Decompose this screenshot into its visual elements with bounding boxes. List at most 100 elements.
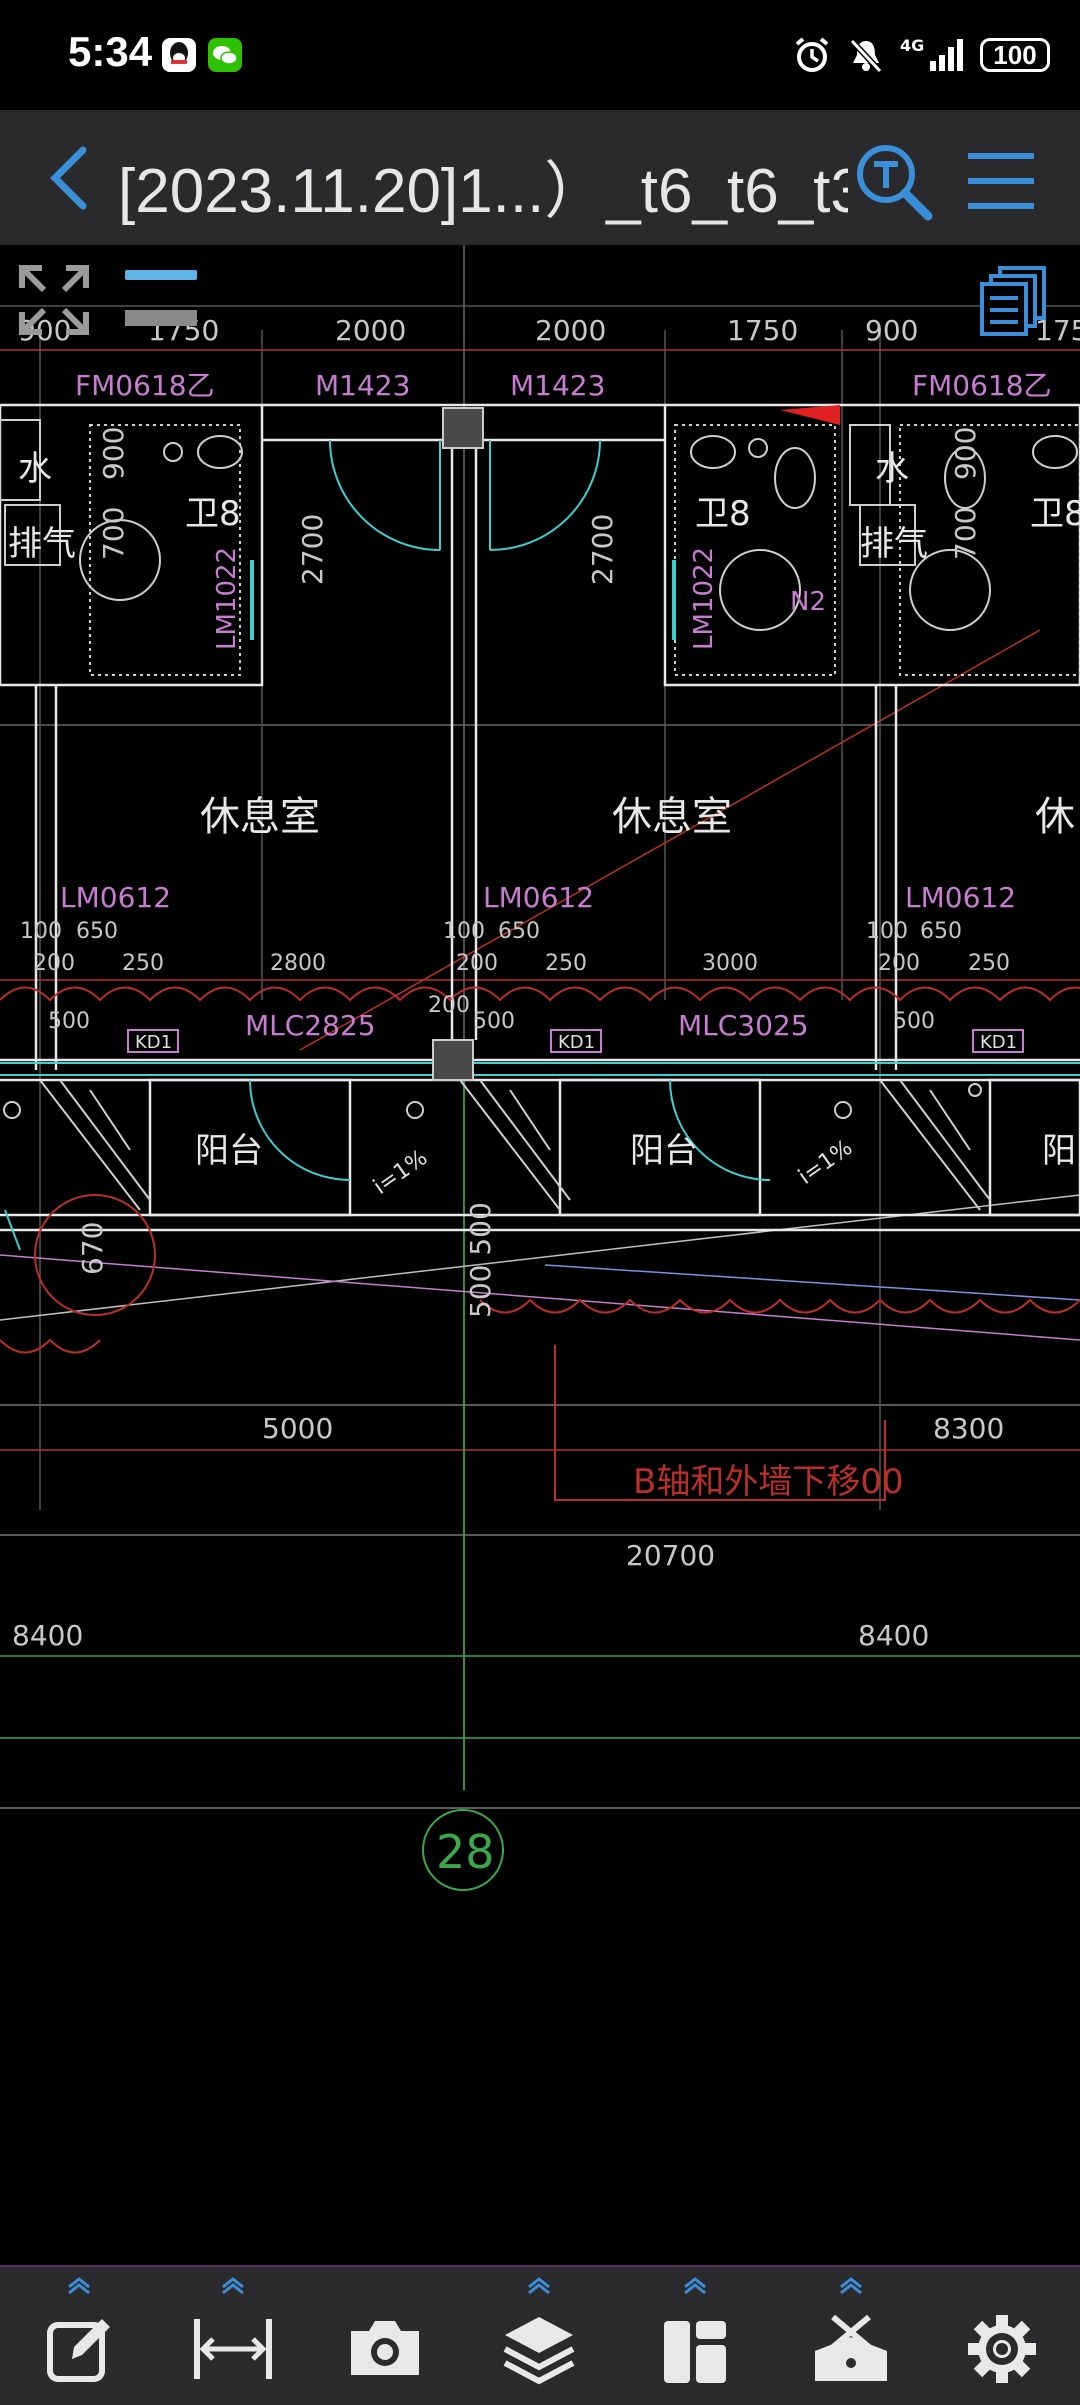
battery-indicator: 100 [980,38,1050,72]
svg-text:8400: 8400 [12,1619,83,1652]
svg-text:900: 900 [97,427,130,480]
camera-tool[interactable] [330,2267,440,2405]
bottom-dimensions: 670 500 500 5000 8300 20700 8400 8400 [12,1202,1004,1652]
edit-icon [47,2319,110,2382]
svg-text:2700: 2700 [296,514,329,585]
chevron-up-icon [684,2277,706,2295]
layout-icon [664,2321,726,2383]
svg-text:i=1%: i=1% [369,1145,432,1200]
svg-text:M1423: M1423 [315,369,410,402]
svg-text:3000: 3000 [702,951,758,976]
svg-text:2000: 2000 [535,314,606,347]
svg-text:2800: 2800 [270,951,326,976]
svg-text:M1423: M1423 [510,369,605,402]
tools-tool[interactable] [796,2267,906,2405]
svg-text:500: 500 [473,1009,515,1034]
slope-labels: i=1% i=1% [369,1135,857,1200]
door-labels: FM0618乙 M1423 M1423 FM0618乙 [75,369,1052,402]
red-marker [780,405,840,425]
svg-text:卫8: 卫8 [185,494,241,534]
svg-text:200: 200 [878,951,920,976]
back-arrow-icon[interactable] [35,138,105,218]
fill-indicator[interactable] [125,310,197,326]
svg-text:卫8: 卫8 [695,494,751,534]
layout-tool[interactable] [640,2267,750,2405]
svg-text:8300: 8300 [933,1412,1004,1445]
svg-text:MLC3025: MLC3025 [678,1009,809,1042]
svg-text:卫8: 卫8 [1030,494,1080,534]
svg-text:700: 700 [97,507,130,560]
settings-icon [968,2315,1036,2383]
svg-text:900: 900 [865,314,918,347]
svg-text:250: 250 [545,951,587,976]
svg-text:阳台: 阳台 [1042,1131,1080,1171]
revision-clouds [0,986,1080,1501]
status-bar: 5:34 4G 100 [0,0,1080,110]
svg-text:250: 250 [968,951,1010,976]
svg-text:1750: 1750 [727,314,798,347]
axis-bubble-label: 28 [436,1825,495,1879]
svg-text:2000: 2000 [335,314,406,347]
svg-text:FM0618乙: FM0618乙 [75,369,215,402]
lm-dimensions: 100 650 100 650 100 650 [20,919,962,944]
svg-text:MLC2825: MLC2825 [245,1009,376,1042]
text-search-icon[interactable] [852,140,934,222]
lower-dimensions: 200 250 2800 200 250 3000 200 250 [33,951,1010,976]
settings-tool[interactable] [950,2267,1060,2405]
cad-drawing[interactable]: 900 1750 2000 2000 1750 900 1750 FM0618乙… [0,245,1080,2265]
svg-text:200: 200 [456,951,498,976]
chevron-up-icon [840,2277,862,2295]
svg-text:休: 休 [1035,794,1075,840]
cad-canvas[interactable]: 900 1750 2000 2000 1750 900 1750 FM0618乙… [0,245,1080,2265]
edit-tool[interactable] [24,2267,134,2405]
bottom-toolbar [0,2265,1080,2405]
window-labels: MLC2825 MLC3025 [245,1009,809,1042]
svg-text:N2: N2 [790,587,826,617]
alarm-icon [795,37,829,72]
svg-text:650: 650 [498,919,540,944]
camera-icon [351,2321,419,2375]
layers-tool[interactable] [484,2267,594,2405]
svg-text:排气: 排气 [8,524,76,564]
fullscreen-icon[interactable] [18,264,90,336]
svg-text:500 500: 500 500 [464,1202,497,1318]
mute-icon [849,38,883,74]
room-labels: 休息室 休息室 休 [200,794,1075,840]
balcony-labels: 阳台 阳台 阳台 [195,1131,1080,1171]
measure-tool[interactable] [178,2267,288,2405]
menu-icon[interactable] [960,146,1040,216]
svg-text:LM1022: LM1022 [689,547,719,650]
svg-text:8400: 8400 [858,1619,929,1652]
svg-text:LM0612: LM0612 [483,881,594,914]
svg-text:2700: 2700 [586,514,619,585]
layers-icon [503,2317,575,2385]
svg-text:阳台: 阳台 [630,1131,698,1171]
chevron-up-icon [528,2277,550,2295]
svg-text:200: 200 [428,993,470,1018]
svg-text:650: 650 [920,919,962,944]
svg-text:500: 500 [893,1009,935,1034]
drawing-list-icon[interactable] [978,264,1050,336]
drawing-title: [2023.11.20]1...）_t6_t6_t3 [118,157,848,226]
app-header: [2023.11.20]1...）_t6_t6_t3 [0,110,1080,245]
svg-text:LM0612: LM0612 [60,881,171,914]
svg-text:250: 250 [122,951,164,976]
status-icons: 4G 100 [792,30,1050,80]
svg-text:500: 500 [48,1009,90,1034]
svg-text:670: 670 [76,1222,109,1275]
qq-icon [162,38,196,72]
chevron-up-icon [68,2277,90,2295]
svg-text:900: 900 [949,427,982,480]
svg-text:排气: 排气 [860,524,928,564]
svg-text:i=1%: i=1% [794,1135,857,1190]
svg-text:100: 100 [443,919,485,944]
svg-text:水: 水 [18,449,52,489]
line-weight-indicator[interactable] [125,270,197,280]
svg-text:200: 200 [33,951,75,976]
svg-text:休息室: 休息室 [612,794,732,840]
svg-text:休息室: 休息室 [200,794,320,840]
svg-text:阳台: 阳台 [195,1131,263,1171]
svg-text:100: 100 [866,919,908,944]
wechat-icon [208,38,242,72]
lm-labels: LM0612 LM0612 LM0612 [60,881,1016,914]
